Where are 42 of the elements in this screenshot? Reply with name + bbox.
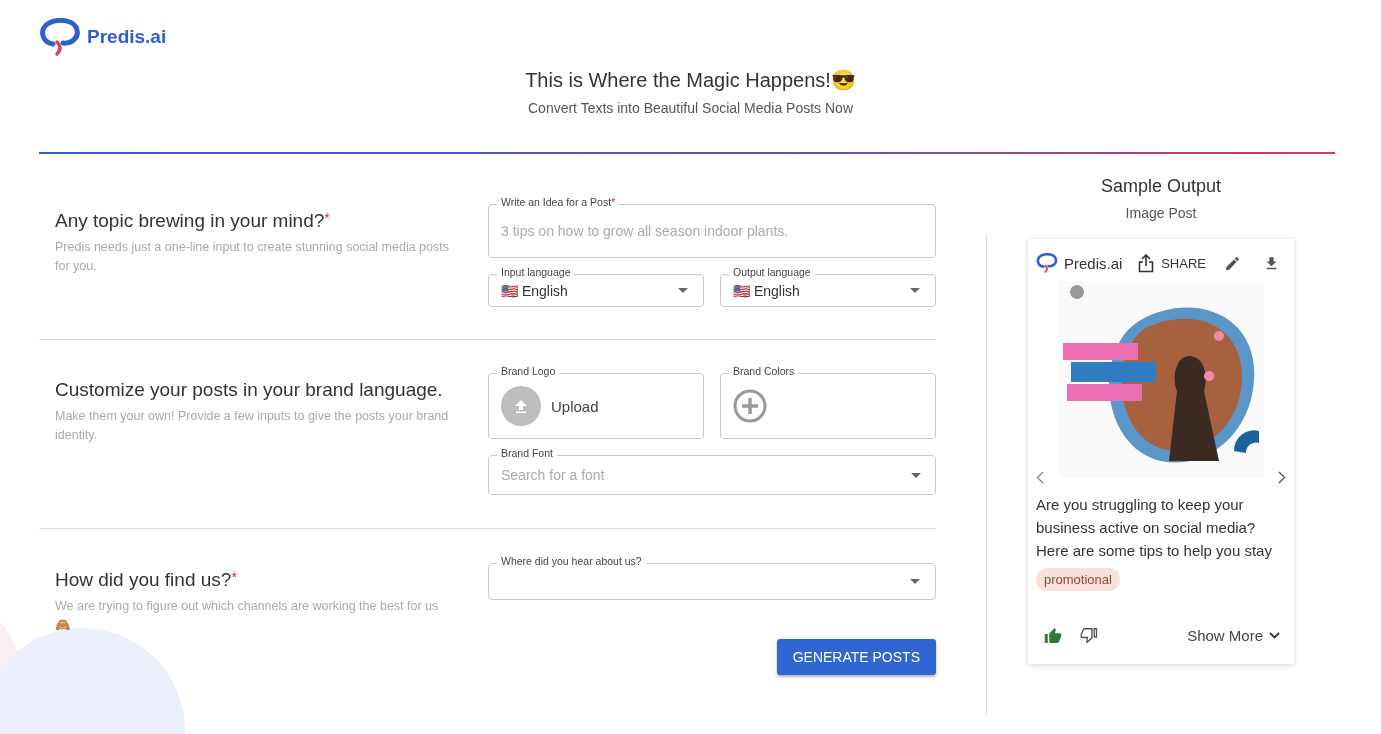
caret-icon xyxy=(677,287,689,294)
field-label: Brand Logo xyxy=(497,365,560,377)
sample-title: Sample Output xyxy=(1100,176,1222,196)
section-title: How did you find us? xyxy=(55,569,232,590)
page-title: This is Where the Magic Happens!😎 xyxy=(525,68,856,92)
required-mark: * xyxy=(231,569,237,585)
field-label: Where did you hear about us? xyxy=(497,555,646,567)
post-tag: promotional xyxy=(1036,568,1120,591)
caret-icon xyxy=(909,578,921,585)
thumbs-down-icon[interactable] xyxy=(1080,627,1098,644)
caret-icon xyxy=(909,287,921,294)
field-label: Write an Idea for a Post* xyxy=(497,196,620,208)
next-icon[interactable] xyxy=(1278,471,1286,484)
logo-icon xyxy=(1036,253,1058,273)
page-subtitle: Convert Texts into Beautiful Social Media Posts Now xyxy=(528,100,853,116)
share-button[interactable]: SHARE xyxy=(1138,253,1206,273)
generate-posts-button[interactable]: GENERATE POSTS xyxy=(776,639,936,675)
section-description: Predis needs just a one-line input to create stunning social media posts for you. xyxy=(55,239,450,275)
brand-name: Predis.ai xyxy=(1064,254,1123,272)
field-label: Brand Colors xyxy=(729,365,799,377)
post-caption: Are you struggling to keep your business active on social media? Here are some tips to help you stay xyxy=(1036,495,1273,561)
logo-icon xyxy=(39,18,81,56)
field-label: Brand Font xyxy=(497,447,557,459)
logo-text[interactable]: Predis.ai xyxy=(87,26,167,48)
chevron-down-icon xyxy=(1269,632,1280,639)
section-title: Customize your posts in your brand language. xyxy=(55,379,443,400)
field-label: Output language xyxy=(729,266,815,278)
required-mark: * xyxy=(324,210,330,226)
thumbs-up-icon[interactable] xyxy=(1044,627,1062,644)
section-description: Make them your own! Provide a few inputs to give the posts your brand identity. xyxy=(55,408,450,444)
add-color-icon[interactable] xyxy=(733,389,767,423)
show-more-button[interactable]: Show More xyxy=(1187,627,1286,644)
upload-icon xyxy=(513,398,529,414)
previous-icon[interactable] xyxy=(1036,471,1044,484)
edit-icon[interactable] xyxy=(1224,254,1241,272)
sample-subtitle: Image Post xyxy=(1125,205,1197,221)
caret-icon xyxy=(910,472,922,479)
field-label: Input language xyxy=(497,266,575,278)
upload-label[interactable]: Upload xyxy=(551,397,599,415)
share-icon xyxy=(1138,253,1155,273)
section-title: Any topic brewing in your mind? xyxy=(55,210,325,231)
section-description: We are trying to figure out which channels are working the best for us 🙈 xyxy=(55,598,440,634)
